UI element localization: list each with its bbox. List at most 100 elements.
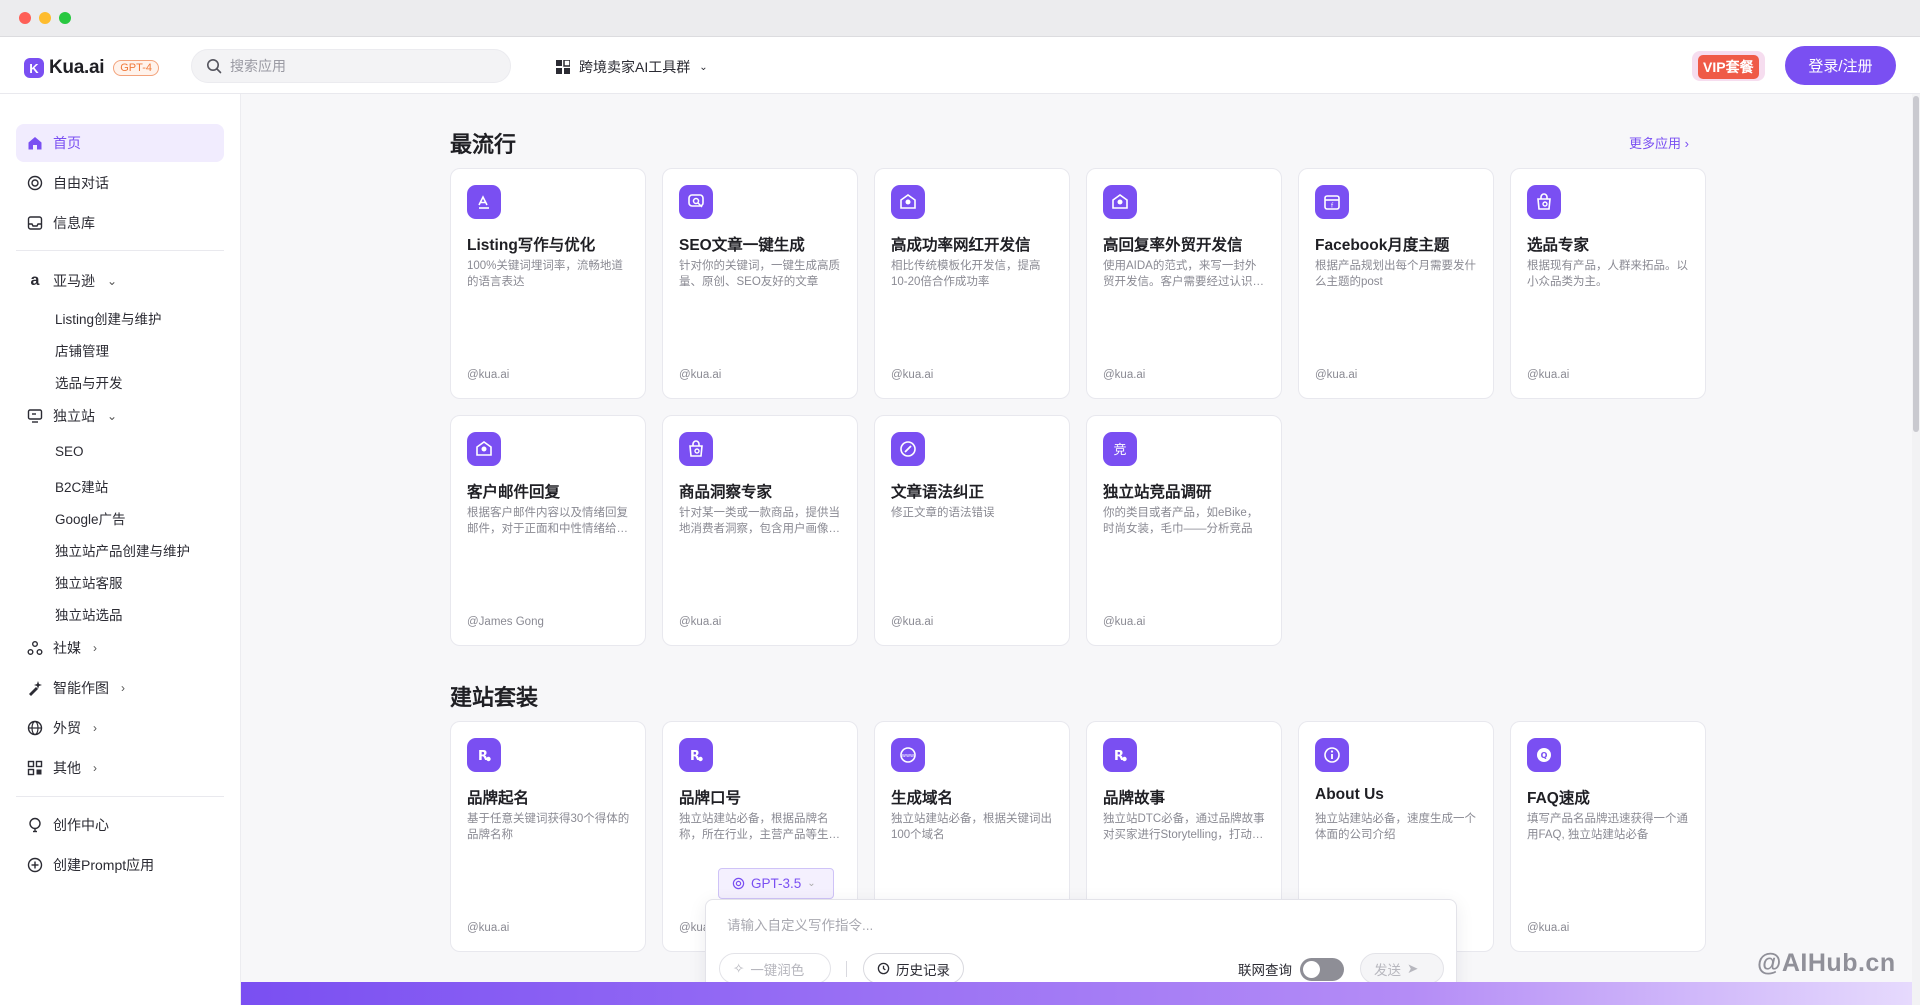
sidebar-group-site[interactable]: 独立站 ⌄	[16, 397, 224, 435]
group-label: 跨境卖家AI工具群	[579, 59, 691, 75]
competitor-search-icon: 竞	[1103, 432, 1137, 466]
chevron-right-icon: ›	[93, 721, 97, 735]
logo[interactable]: K Kua.ai GPT-4	[24, 57, 160, 79]
polish-button[interactable]: ✧ 一键润色	[719, 953, 831, 984]
chevron-right-icon: ›	[1684, 136, 1689, 151]
app-card[interactable]: 高成功率网红开发信 相比传统模板化开发信，提高10-20倍合作成功率 @kua.ai	[874, 168, 1070, 399]
globe-icon	[27, 720, 43, 736]
app-card[interactable]: 商品洞察专家针对某一类或一款商品，提供当地消费者洞察，包含用户画像与购买动机 @k…	[662, 415, 858, 646]
app-card-description: 100%关键词埋词率，流畅地道的语言表达	[467, 260, 623, 288]
sidebar-item-label: 创建Prompt应用	[53, 857, 155, 873]
plus-circle-icon	[27, 857, 43, 873]
shopping-bag-search-icon	[1527, 185, 1561, 219]
app-card-author: @kua.ai	[467, 922, 510, 934]
app-card-author: @kua.ai	[1315, 369, 1358, 381]
app-card[interactable]: 文章语法纠正 修正文章的语法错误 @kua.ai	[874, 415, 1070, 646]
svg-text:竞: 竞	[1113, 442, 1126, 458]
svg-text:Q: Q	[1541, 751, 1548, 760]
sidebar-item-creator-center[interactable]: 创作中心	[16, 806, 224, 844]
app-card-description: 填写产品名品牌迅速获得一个通用FAQ, 独立站建站必备	[1527, 813, 1688, 841]
app-card[interactable]: 选品专家 根据现有产品，人群来拓品。以小众品类为主。 @kua.ai	[1510, 168, 1706, 399]
sidebar-item-create-prompt[interactable]: 创建Prompt应用	[16, 846, 224, 884]
maximize-window-button[interactable]	[59, 12, 71, 24]
app-card[interactable]: f Facebook月度主题 根据产品规划出每个月需要发什么主题的post @kua.…	[1298, 168, 1494, 399]
app-card-title: Facebook月度主题	[1315, 237, 1450, 254]
sidebar-item-b2c[interactable]: B2C建站	[55, 476, 108, 496]
app-card[interactable]: 高回复率外贸开发信使用AIDA的范式，来写一封外贸开发信。客户需要经过认识、产生…	[1086, 168, 1282, 399]
sidebar-group-amazon[interactable]: a 亚马逊 ⌄	[16, 262, 224, 300]
polish-label: 一键润色	[750, 962, 805, 978]
sidebar-item-site-products[interactable]: 独立站产品创建与维护	[55, 540, 190, 560]
social-icon	[27, 641, 43, 655]
sidebar-item-store[interactable]: 店铺管理	[55, 340, 109, 360]
sidebar-group-trade[interactable]: 外贸 ›	[16, 709, 224, 747]
magic-image-icon	[29, 681, 42, 696]
web-search-toggle[interactable]	[1300, 958, 1344, 981]
app-card[interactable]: SEO文章一键生成 针对你的关键词，一键生成高质量、原创、SEO友好的文章 @kua…	[662, 168, 858, 399]
minimize-window-button[interactable]	[39, 12, 51, 24]
history-button[interactable]: 历史记录	[863, 953, 964, 984]
chevron-down-icon: ⌄	[107, 274, 118, 288]
app-card[interactable]: 客户邮件回复根据客户邮件内容以及情绪回复邮件，对于正面和中性情绪给予积极回应 @J…	[450, 415, 646, 646]
model-select[interactable]: GPT-3.5 ⌄	[718, 868, 834, 899]
text-sparkle-icon	[467, 185, 501, 219]
sidebar-item-label: 创作中心	[53, 817, 109, 833]
login-register-button[interactable]: 登录/注册	[1785, 46, 1896, 85]
sidebar-group-other[interactable]: 其他 ›	[16, 749, 224, 787]
app-card-author: @kua.ai	[1103, 369, 1146, 381]
sidebar-item-label: 首页	[53, 135, 81, 151]
sidebar-item-site-support[interactable]: 独立站客服	[55, 572, 123, 592]
more-apps-link[interactable]: 更多应用 ›	[1629, 133, 1689, 152]
app-card[interactable]: 竞独立站竞品调研 你的类目或者产品，如eBike，时尚女装，毛巾——分析竞品 @ku…	[1086, 415, 1282, 646]
prompt-input[interactable]	[727, 918, 1427, 933]
mail-open-icon	[891, 185, 925, 219]
edit-text-icon	[891, 432, 925, 466]
brand-icon: R	[1103, 738, 1137, 772]
mail-open-icon	[467, 432, 501, 466]
app-card-title: 高成功率网红开发信	[891, 237, 1031, 254]
app-card[interactable]: Listing写作与优化 100%关键词埋词率，流畅地道的语言表达 @kua.ai	[450, 168, 646, 399]
sidebar-item-home[interactable]: 首页	[16, 124, 224, 162]
search-chat-icon	[679, 185, 713, 219]
app-card[interactable]: R 品牌起名 基于任意关键词获得30个得体的品牌名称 @kua.ai	[450, 721, 646, 952]
logo-text: Kua.ai	[49, 57, 105, 78]
vip-label: VIP套餐	[1698, 55, 1759, 79]
chevron-down-icon: ⌄	[107, 409, 118, 423]
sidebar-item-site-selection[interactable]: 独立站选品	[55, 604, 123, 624]
chevron-right-icon: ›	[121, 681, 125, 695]
app-card-description: 根据现有产品，人群来拓品。以小众品类为主。	[1527, 260, 1688, 288]
sidebar-item-library[interactable]: 信息库	[16, 204, 224, 242]
app-card[interactable]: Q FAQ速成 填写产品名品牌迅速获得一个通用FAQ, 独立站建站必备 @kua.ai	[1510, 721, 1706, 952]
send-label: 发送	[1374, 962, 1401, 978]
monitor-icon	[27, 409, 43, 423]
sidebar-item-seo[interactable]: SEO	[55, 444, 84, 459]
seller-group-dropdown[interactable]: 跨境卖家AI工具群 ⌄	[556, 57, 708, 77]
close-window-button[interactable]	[19, 12, 31, 24]
send-button[interactable]: 发送 ➤	[1360, 953, 1444, 984]
apps-icon	[27, 760, 43, 776]
chevron-right-icon: ›	[93, 761, 97, 775]
sidebar-group-smart-image[interactable]: 智能作图 ›	[16, 669, 224, 707]
section-title-site-kit: 建站套装	[450, 685, 539, 710]
app-card-title: 客户邮件回复	[467, 484, 561, 501]
mail-open-icon	[1103, 185, 1137, 219]
sidebar-item-google-ads[interactable]: Google广告	[55, 508, 126, 528]
sidebar-item-product-selection[interactable]: 选品与开发	[55, 372, 123, 392]
scrollbar-thumb[interactable]	[1913, 96, 1919, 432]
vip-plan-button[interactable]: VIP套餐	[1692, 51, 1765, 81]
history-icon	[877, 962, 890, 975]
chevron-right-icon: ›	[93, 641, 97, 655]
sidebar-item-listing[interactable]: Listing创建与维护	[55, 308, 162, 328]
sidebar-item-free-chat[interactable]: 自由对话	[16, 164, 224, 202]
sidebar-group-social[interactable]: 社媒 ›	[16, 629, 224, 667]
svg-text:R: R	[478, 749, 488, 764]
app-card-title: 高回复率外贸开发信	[1103, 237, 1243, 254]
sidebar: 首页 自由对话 信息库 a 亚马逊 ⌄ Listing创建与维护 店铺管理 选品…	[0, 94, 241, 1005]
sidebar-item-label: 信息库	[53, 215, 95, 231]
inbox-icon	[27, 216, 43, 230]
model-label: GPT-3.5	[751, 876, 802, 891]
shopping-bag-search-icon	[679, 432, 713, 466]
sidebar-item-label: 独立站	[53, 408, 95, 424]
search-input[interactable]	[230, 58, 490, 74]
search-box[interactable]	[191, 49, 511, 83]
